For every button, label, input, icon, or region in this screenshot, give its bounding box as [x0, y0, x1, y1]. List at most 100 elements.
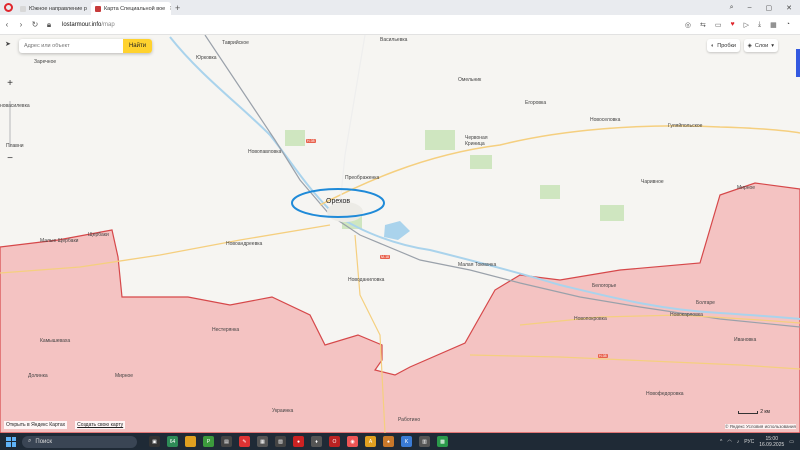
map-copyright[interactable]: © Яндекс Условия использования: [725, 424, 796, 429]
app-icon[interactable]: ♦: [311, 436, 322, 447]
profile-icon[interactable]: ◔: [786, 21, 790, 29]
place-label: Болгаре: [696, 300, 715, 306]
wifi-icon[interactable]: ◠: [727, 439, 731, 445]
place-label: Чаривное: [641, 179, 664, 185]
app-icon[interactable]: K: [401, 436, 412, 447]
zoom-out-button[interactable]: −: [4, 153, 16, 165]
tab-svo-map[interactable]: Карта Специальной вое ✕: [90, 2, 171, 15]
clock-date: 16.09.2025: [759, 441, 785, 448]
address-bar: ‹ › ↻ 🔒︎ lostarmour.info/map ◎ ⇆ ▭ ♥ ▷ ⤓…: [0, 15, 800, 35]
lock-icon[interactable]: 🔒︎: [42, 20, 56, 30]
app-icon[interactable]: ▤: [221, 436, 232, 447]
tab-south-direction[interactable]: Южное направление р: [16, 2, 91, 15]
app-icon[interactable]: ▧: [275, 436, 286, 447]
bookmarks-icon[interactable]: ▭: [715, 21, 722, 29]
place-label: Новоселовка: [590, 117, 621, 123]
place-label: Белогорье: [592, 283, 617, 289]
download-icon[interactable]: ⤓: [758, 21, 761, 29]
traffic-label: Пробки: [717, 42, 736, 49]
language-indicator[interactable]: РУС: [744, 439, 754, 445]
layers-label: Слои: [754, 42, 769, 49]
minimize-icon[interactable]: –: [748, 4, 752, 12]
map-search-input[interactable]: [19, 43, 123, 49]
windows-taskbar: ⌕ Поиск ▣ 64 P ▤ ✎ ▦ ▧ ● ♦ O ◉ A ♠ K ▥ ▩…: [0, 433, 800, 450]
zoom-in-button[interactable]: +: [4, 78, 16, 90]
tab-title: Южное направление р: [29, 5, 87, 12]
place-label: Преображенка: [345, 175, 380, 181]
reload-icon[interactable]: ↻: [28, 20, 42, 29]
tab-favicon-icon: [94, 5, 101, 12]
heart-icon[interactable]: ♥: [730, 21, 734, 29]
place-label: Работино: [398, 417, 421, 423]
app-icon[interactable]: P: [203, 436, 214, 447]
forward-icon[interactable]: ›: [14, 20, 28, 29]
map-view[interactable]: ➤ Найти ◐ Пробки ◈ Слои ▾ + − Таврийское…: [0, 35, 800, 433]
place-label: Заречное: [34, 59, 57, 65]
back-icon[interactable]: ‹: [0, 20, 14, 29]
chevron-up-icon[interactable]: ^: [720, 439, 722, 445]
city-label-orekhov: Орехов: [326, 198, 351, 205]
geolocation-icon[interactable]: ➤: [5, 40, 15, 50]
place-label: Ивановка: [734, 337, 757, 343]
extensions-icon[interactable]: ▦: [770, 21, 777, 29]
app-icon[interactable]: ✎: [239, 436, 250, 447]
place-label: Таврийское: [222, 40, 249, 46]
app-icon[interactable]: ▣: [149, 436, 160, 447]
place-label: Омельник: [458, 77, 482, 83]
place-label: Новоандреевка: [226, 241, 263, 247]
opera-logo-icon[interactable]: [4, 3, 13, 12]
close-tab-icon[interactable]: ✕: [169, 5, 171, 12]
traffic-icon: ◐: [710, 42, 715, 49]
new-tab-icon[interactable]: +: [175, 3, 180, 13]
folder-icon[interactable]: [185, 436, 196, 447]
taskbar-search[interactable]: ⌕ Поиск: [22, 435, 137, 448]
app-icon[interactable]: ◉: [347, 436, 358, 447]
system-tray: ^ ◠ ♪ РУС 15:00 16.09.2025 ▭: [720, 436, 800, 448]
camera-icon[interactable]: ◎: [685, 21, 691, 29]
clock[interactable]: 15:00 16.09.2025: [759, 436, 784, 448]
place-label: Гуляйпольское: [668, 123, 703, 129]
chevron-down-icon: ▾: [771, 42, 774, 49]
app-icon[interactable]: ▦: [257, 436, 268, 447]
player-icon[interactable]: ▷: [744, 21, 749, 29]
volume-icon[interactable]: ♪: [737, 439, 740, 445]
road-badge: М-18: [380, 255, 390, 259]
app-icon[interactable]: ♠: [383, 436, 394, 447]
road-badge: Н-08: [598, 354, 608, 358]
record-icon[interactable]: ●: [293, 436, 304, 447]
open-in-yandex-link[interactable]: Открыть в Яндекс Картах: [4, 421, 68, 429]
place-label: Украинка: [272, 408, 294, 414]
app-icon[interactable]: ▥: [419, 436, 430, 447]
layers-button[interactable]: ◈ Слои ▾: [743, 39, 778, 52]
place-label: Плавни: [6, 143, 24, 149]
app-icon[interactable]: ▩: [437, 436, 448, 447]
windows-start-icon[interactable]: [6, 436, 16, 447]
tab-title: Карта Специальной вое: [103, 5, 166, 12]
app-icon[interactable]: 64: [167, 436, 178, 447]
url-field[interactable]: lostarmour.info/map: [62, 22, 115, 28]
layers-icon: ◈: [747, 42, 752, 49]
place-label: Новофедоровка: [646, 391, 684, 397]
search-label: Поиск: [35, 438, 53, 445]
search-tabs-icon[interactable]: ⌕: [730, 4, 734, 12]
notification-icon[interactable]: ▭: [789, 439, 794, 445]
translate-icon[interactable]: ⇆: [700, 21, 706, 29]
map-scale: 2 км: [738, 409, 770, 415]
scale-line: [738, 410, 759, 414]
search-icon: ⌕: [28, 438, 32, 444]
traffic-button[interactable]: ◐ Пробки: [706, 39, 740, 52]
place-label: Мирное: [737, 185, 756, 191]
opera-taskbar-icon[interactable]: O: [329, 436, 340, 447]
place-label: Васильевка: [380, 37, 408, 43]
place-label: Новопавловка: [248, 149, 282, 155]
side-panel-tab[interactable]: [796, 49, 800, 77]
close-window-icon[interactable]: ✕: [786, 4, 792, 12]
find-button[interactable]: Найти: [123, 39, 152, 53]
place-label: новасилевка: [0, 103, 30, 109]
create-map-link[interactable]: Создать свою карту: [75, 421, 126, 429]
map-search-box: Найти: [19, 39, 152, 53]
tab-favicon-icon: [20, 5, 26, 12]
app-icon[interactable]: A: [365, 436, 376, 447]
water-body: [384, 221, 410, 240]
maximize-icon[interactable]: ▢: [766, 4, 773, 12]
